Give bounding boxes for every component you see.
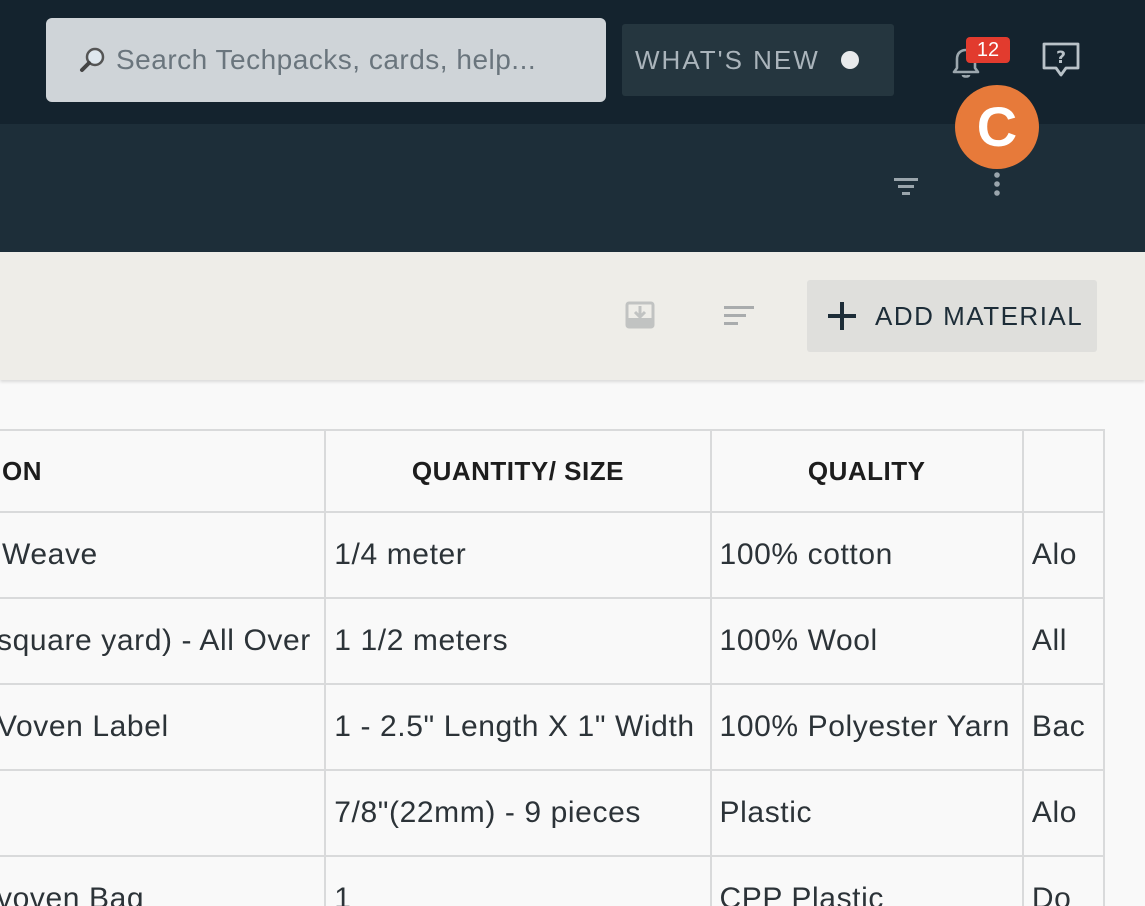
search-icon (78, 45, 108, 75)
cell-quantity[interactable]: 1 - 2.5" Length X 1" Width (324, 683, 712, 771)
sort-icon[interactable] (722, 305, 756, 327)
whats-new-button[interactable]: WHAT'S NEW (622, 24, 894, 96)
add-material-button[interactable]: ADD MATERIAL (807, 280, 1097, 352)
column-header-quality[interactable]: QUALITY (709, 429, 1024, 513)
column-header-quantity[interactable]: QUANTITY/ SIZE (324, 429, 712, 513)
column-header-description[interactable]: ON (0, 429, 327, 513)
table-row[interactable]: square yard) - All Over 1 1/2 meters 100… (0, 597, 1106, 685)
cell-placement[interactable]: Alo (1021, 769, 1106, 857)
cell-placement[interactable]: Alo (1021, 511, 1106, 599)
cell-quantity[interactable]: 1/4 meter (324, 511, 712, 599)
download-icon[interactable] (624, 300, 656, 330)
cell-description[interactable]: Weave (0, 511, 327, 599)
cell-description[interactable] (0, 769, 327, 857)
cell-description[interactable]: voven Bag (0, 855, 327, 906)
whats-new-indicator-dot (841, 51, 859, 69)
filter-icon[interactable] (892, 176, 920, 196)
search-box[interactable] (46, 18, 606, 102)
column-header-placement[interactable] (1021, 429, 1106, 513)
notification-count-badge: 12 (966, 37, 1010, 63)
user-avatar[interactable]: C (958, 88, 1036, 166)
table-row[interactable]: voven Bag 1 CPP Plastic Do (0, 855, 1106, 906)
cell-quantity[interactable]: 7/8"(22mm) - 9 pieces (324, 769, 712, 857)
cell-quality[interactable]: CPP Plastic (709, 855, 1024, 906)
cell-quantity[interactable]: 1 (324, 855, 712, 906)
cell-quantity[interactable]: 1 1/2 meters (324, 597, 712, 685)
cell-placement[interactable]: All (1021, 597, 1106, 685)
cell-quality[interactable]: Plastic (709, 769, 1024, 857)
cell-quality[interactable]: 100% Polyester Yarn (709, 683, 1024, 771)
cell-placement[interactable]: Do (1021, 855, 1106, 906)
table-row[interactable]: Weave 1/4 meter 100% cotton Alo (0, 511, 1106, 599)
table-header-row: ON QUANTITY/ SIZE QUALITY (0, 429, 1106, 513)
cell-quality[interactable]: 100% cotton (709, 511, 1024, 599)
cell-quality[interactable]: 100% Wool (709, 597, 1024, 685)
plus-icon (825, 299, 859, 333)
svg-text:?: ? (1056, 48, 1066, 68)
table-row[interactable]: Voven Label 1 - 2.5" Length X 1" Width 1… (0, 683, 1106, 771)
cell-description[interactable]: square yard) - All Over (0, 597, 327, 685)
cell-description[interactable]: Voven Label (0, 683, 327, 771)
add-material-label: ADD MATERIAL (875, 300, 1084, 331)
help-chat-icon[interactable]: ? (1040, 40, 1082, 80)
cell-placement[interactable]: Bac (1021, 683, 1106, 771)
search-input[interactable] (116, 44, 576, 76)
table-row[interactable]: 7/8"(22mm) - 9 pieces Plastic Alo (0, 769, 1106, 857)
more-options-icon[interactable] (988, 170, 1006, 200)
materials-table: ON QUANTITY/ SIZE QUALITY Weave 1/4 mete… (0, 429, 1106, 906)
whats-new-label: WHAT'S NEW (635, 44, 820, 75)
